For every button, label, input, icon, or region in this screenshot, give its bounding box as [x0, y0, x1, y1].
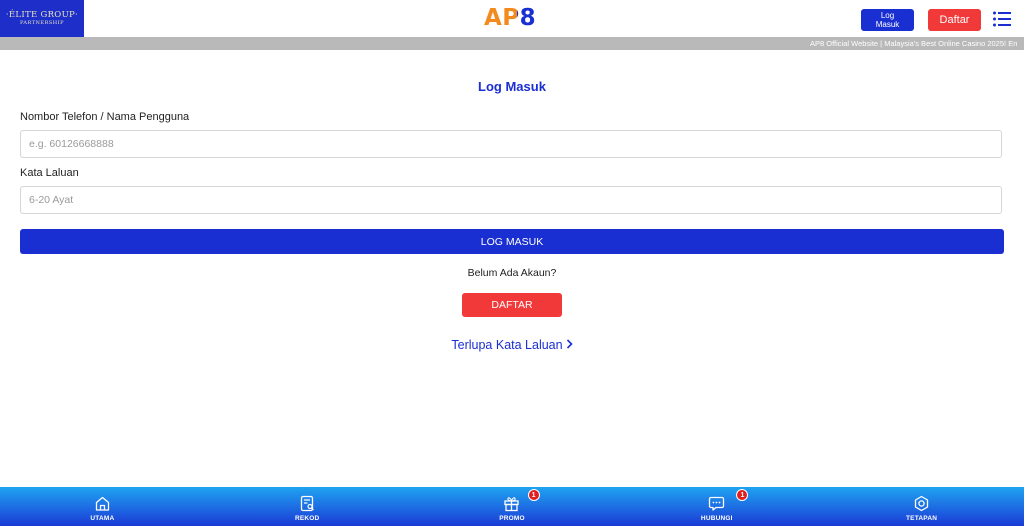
forgot-password-link[interactable]: Terlupa Kata Laluan	[0, 338, 1024, 352]
brand-logo-text: AP8	[484, 5, 537, 31]
username-input[interactable]	[20, 130, 1002, 158]
forgot-password-label: Terlupa Kata Laluan	[451, 338, 563, 352]
hamburger-menu-icon[interactable]	[993, 11, 1011, 27]
ap8-logo[interactable]: AP8	[484, 4, 536, 32]
header: ·ÉLITE GROUP· PARTNERSHIP AP8 Log Masuk …	[0, 0, 1024, 37]
username-label: Nombor Telefon / Nama Pengguna	[20, 111, 190, 123]
header-register-button[interactable]: Daftar	[928, 9, 981, 31]
register-button[interactable]: DAFTAR	[462, 293, 562, 317]
record-icon	[300, 495, 314, 512]
register-button-label: DAFTAR	[491, 299, 533, 311]
nav-label-utama: UTAMA	[90, 515, 115, 522]
password-input[interactable]	[20, 186, 1002, 214]
chevron-right-icon	[566, 338, 573, 352]
bottom-navigation: UTAMA REKOD PROMO 1 HUBUNGI 1 TETAPAN	[0, 487, 1024, 526]
nav-label-tetapan: TETAPAN	[906, 515, 938, 522]
nav-item-hubungi[interactable]: HUBUNGI 1	[614, 487, 819, 526]
login-submit-label: LOG MASUK	[480, 235, 544, 248]
header-login-label: Log Masuk	[875, 10, 900, 30]
header-register-label: Daftar	[939, 14, 970, 26]
page-title: Log Masuk	[478, 79, 546, 94]
password-label: Kata Laluan	[20, 167, 79, 179]
partner-logo-line2: PARTNERSHIP	[20, 20, 64, 26]
header-login-button[interactable]: Log Masuk	[861, 9, 914, 31]
nav-item-utama[interactable]: UTAMA	[0, 487, 205, 526]
no-account-text: Belum Ada Akaun?	[467, 267, 557, 279]
nav-label-hubungi: HUBUNGI	[700, 515, 733, 522]
nav-label-promo: PROMO	[499, 515, 525, 522]
login-submit-button[interactable]: LOG MASUK	[20, 229, 1004, 254]
announcement-marquee: AP8 Official Website | Malaysia's Best O…	[0, 37, 1024, 50]
settings-icon	[914, 495, 929, 512]
promo-badge: 1	[527, 489, 540, 501]
nav-item-tetapan[interactable]: TETAPAN	[819, 487, 1024, 526]
partner-logo-line1: ·ÉLITE GROUP·	[5, 10, 79, 20]
marquee-text: AP8 Official Website | Malaysia's Best O…	[810, 39, 1018, 48]
hubungi-badge: 1	[736, 489, 749, 501]
elite-group-partnership-logo[interactable]: ·ÉLITE GROUP· PARTNERSHIP	[0, 0, 84, 37]
home-icon	[95, 496, 110, 511]
nav-label-rekod: REKOD	[294, 515, 320, 522]
chat-icon	[709, 496, 725, 511]
nav-item-promo[interactable]: PROMO 1	[410, 487, 615, 526]
nav-item-rekod[interactable]: REKOD	[205, 487, 410, 526]
gift-icon	[504, 497, 520, 512]
